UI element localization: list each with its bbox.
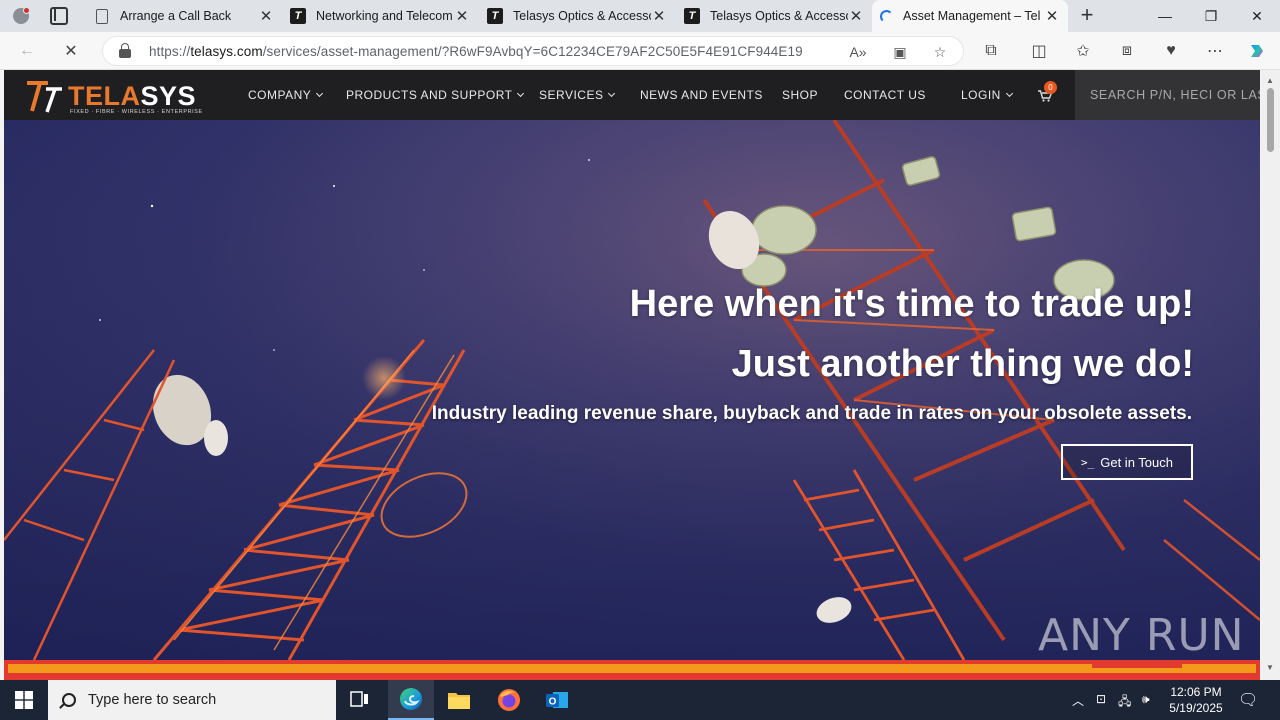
browser-tab-5-active[interactable]: Asset Management – Tel ✕ <box>872 0 1068 32</box>
browser-tab-3[interactable]: T Telasys Optics & Accesso ✕ <box>479 0 675 32</box>
outlook-icon[interactable]: O <box>534 680 580 720</box>
browser-essentials-icon[interactable]: ♥ <box>1158 39 1184 63</box>
windows-start-button[interactable] <box>0 680 48 720</box>
close-tab-icon[interactable]: ✕ <box>258 7 274 25</box>
clock-date: 5/19/2025 <box>1169 701 1223 715</box>
telecom-towers-image <box>4 120 1260 660</box>
taskbar-search-box[interactable]: Type here to search <box>48 680 336 720</box>
extensions-icon[interactable]: ⧉ <box>978 39 1004 63</box>
loading-icon <box>880 9 893 23</box>
nav-login[interactable]: LOGIN <box>961 88 1013 102</box>
hero-headline-2: Just another thing we do! <box>731 343 1194 385</box>
nav-shop[interactable]: SHOP <box>782 88 818 102</box>
close-window-icon[interactable]: ✕ <box>1234 0 1280 32</box>
minimize-icon[interactable]: — <box>1142 0 1188 32</box>
address-bar[interactable]: https://telasys.com/services/asset-manag… <box>102 36 964 66</box>
tray-overflow-icon[interactable]: ︿ <box>1072 692 1084 709</box>
tab-title: Telasys Optics & Accesso <box>513 9 651 23</box>
chevron-down-icon <box>316 89 324 98</box>
hero-headline-1: Here when it's time to trade up! <box>629 283 1194 325</box>
nav-news-and-events[interactable]: NEWS AND EVENTS <box>640 88 763 102</box>
browser-tab-strip: Arrange a Call Back ✕ T Networking and T… <box>0 0 1280 32</box>
cart-count-badge: 0 <box>1044 81 1057 94</box>
windows-taskbar: Type here to search O ︿ ⊡ 🖧 🕪 12:06 PM 5… <box>0 680 1280 720</box>
svg-text:O: O <box>549 697 557 708</box>
nav-company[interactable]: COMPANY <box>248 88 324 102</box>
logo-tagline: FIXED · FIBRE · WIRELESS · ENTERPRISE <box>70 109 203 115</box>
logo-wordmark: TELASYS <box>68 81 197 111</box>
clock-time: 12:06 PM <box>1170 685 1222 699</box>
tab-title: Asset Management – Tel <box>903 9 1041 23</box>
nav-contact-us[interactable]: CONTACT US <box>844 88 926 102</box>
scroll-up-icon[interactable]: ▲ <box>1266 76 1274 85</box>
hero-banner: Here when it's time to trade up! Just an… <box>4 120 1260 660</box>
restore-icon[interactable]: ❐ <box>1188 0 1234 32</box>
page-scrollbar[interactable]: ▲ ▼ <box>1261 70 1280 680</box>
browser-tab-1[interactable]: Arrange a Call Back ✕ <box>86 0 282 32</box>
tab-actions-icon[interactable] <box>50 7 68 25</box>
browser-tab-2[interactable]: T Networking and Telecom ✕ <box>282 0 478 32</box>
immersive-reader-icon[interactable]: ▣ <box>889 42 911 62</box>
notifications-icon[interactable]: 🗨 <box>1238 690 1258 710</box>
scrollbar-thumb[interactable] <box>1267 88 1274 152</box>
document-icon <box>96 8 108 24</box>
close-tab-icon[interactable]: ✕ <box>454 7 470 25</box>
file-explorer-icon[interactable] <box>436 680 482 720</box>
terminal-prompt-icon: >_ <box>1080 455 1095 469</box>
taskbar-search-placeholder: Type here to search <box>88 692 217 708</box>
meet-now-icon[interactable]: ⊡ <box>1096 692 1106 706</box>
tab-title: Telasys Optics & Accesso <box>710 9 848 23</box>
telasys-logo-icon <box>27 81 62 113</box>
volume-icon[interactable]: 🕪 <box>1142 692 1150 707</box>
favorites-icon[interactable]: ✩ <box>1070 39 1096 63</box>
nav-products-and-support[interactable]: PRODUCTS AND SUPPORT <box>346 88 525 102</box>
get-in-touch-button[interactable]: >_ Get in Touch <box>1061 444 1193 480</box>
close-tab-icon[interactable]: ✕ <box>651 7 667 25</box>
profile-avatar-icon[interactable] <box>8 4 34 28</box>
edge-browser-icon[interactable] <box>388 680 434 720</box>
favorite-star-icon[interactable]: ☆ <box>929 42 951 62</box>
tab-title: Networking and Telecom <box>316 9 453 23</box>
chevron-down-icon <box>1005 89 1013 98</box>
telasys-icon: T <box>290 8 306 24</box>
new-tab-icon[interactable]: + <box>1076 4 1098 28</box>
collections-icon[interactable]: ⧈ <box>1114 39 1140 63</box>
site-header: TELASYS FIXED · FIBRE · WIRELESS · ENTER… <box>4 70 1260 120</box>
telasys-icon: T <box>487 8 503 24</box>
url-text[interactable]: https://telasys.com/services/asset-manag… <box>149 44 803 59</box>
page-viewport: TELASYS FIXED · FIBRE · WIRELESS · ENTER… <box>4 70 1260 680</box>
network-icon[interactable]: 🖧 <box>1118 692 1131 713</box>
nav-services[interactable]: SERVICES <box>539 88 616 102</box>
back-icon[interactable]: ← <box>14 39 40 63</box>
anyrun-watermark: ANY RUN <box>1038 610 1245 661</box>
chevron-down-icon <box>517 89 525 98</box>
stop-loading-icon[interactable]: ✕ <box>58 39 84 63</box>
part-search-input[interactable] <box>1075 70 1260 120</box>
close-tab-icon[interactable]: ✕ <box>848 7 864 25</box>
read-aloud-icon[interactable]: A» <box>847 42 869 62</box>
tab-title: Arrange a Call Back <box>120 9 232 23</box>
cart-button[interactable]: 0 <box>1038 81 1057 102</box>
copilot-icon[interactable] <box>1244 39 1270 63</box>
system-clock[interactable]: 12:06 PM 5/19/2025 <box>1160 684 1232 716</box>
close-tab-icon[interactable]: ✕ <box>1044 7 1060 25</box>
split-screen-icon[interactable]: ◫ <box>1026 39 1052 63</box>
hero-subheading: Industry leading revenue share, buyback … <box>431 403 1192 424</box>
lock-icon[interactable] <box>119 43 131 59</box>
task-view-icon[interactable] <box>337 680 383 720</box>
decorative-stripe <box>4 660 1260 680</box>
scroll-down-icon[interactable]: ▼ <box>1266 663 1274 672</box>
browser-toolbar: ← ✕ https://telasys.com/services/asset-m… <box>0 32 1280 70</box>
firefox-icon[interactable] <box>486 680 532 720</box>
cta-label: Get in Touch <box>1100 454 1173 470</box>
browser-tab-4[interactable]: T Telasys Optics & Accesso ✕ <box>676 0 872 32</box>
windows-logo-icon <box>15 691 33 709</box>
more-menu-icon[interactable]: ⋯ <box>1202 39 1228 63</box>
telasys-icon: T <box>684 8 700 24</box>
search-icon <box>62 693 76 707</box>
part-search <box>1075 70 1260 120</box>
chevron-down-icon <box>608 89 616 98</box>
telasys-logo[interactable]: TELASYS FIXED · FIBRE · WIRELESS · ENTER… <box>24 78 202 115</box>
